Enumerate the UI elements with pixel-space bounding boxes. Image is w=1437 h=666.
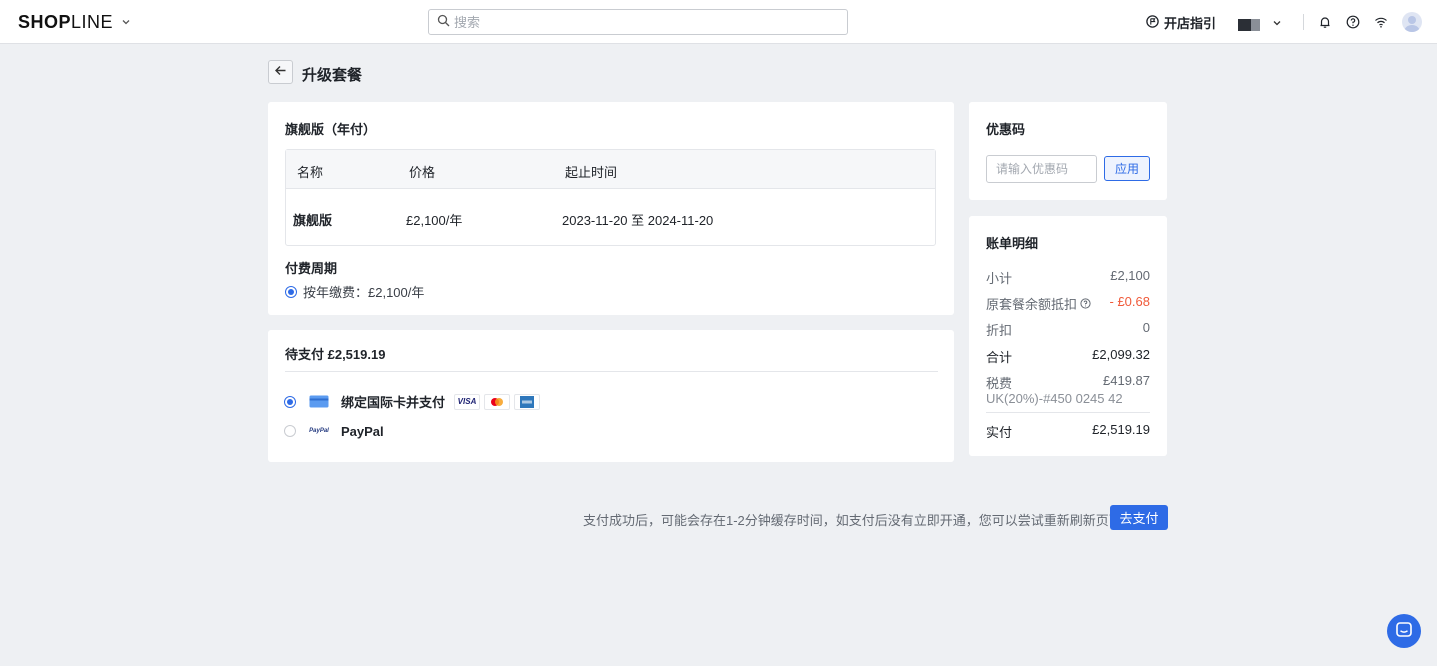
bill-label: 合计 [986, 350, 1013, 365]
page-title: 升级套餐 [302, 67, 363, 84]
chevron-down-icon [1260, 16, 1282, 31]
card-method-label: 绑定国际卡并支付 [341, 395, 446, 410]
payment-method-card[interactable]: 绑定国际卡并支付 VISA [284, 392, 544, 411]
bill-label: 小计 [986, 271, 1013, 286]
bill-row-credit: 原套餐余额抵扣 - £0.68 [986, 294, 1150, 313]
bill-label: 折扣 [986, 323, 1013, 338]
bill-row-paid: 实付 £2,519.19 [986, 422, 1150, 441]
bill-value: 0 [1142, 320, 1150, 335]
search-box[interactable] [428, 9, 848, 35]
payment-method-paypal[interactable]: PayPal PayPal [284, 423, 384, 439]
payment-card: 待支付 £2,519.19 绑定国际卡并支付 VISA PayPal PayPa… [268, 330, 954, 462]
bill-title: 账单明细 [986, 236, 1039, 251]
bill-card: 账单明细 小计 £2,100 原套餐余额抵扣 - £0.68 折扣 0 合计 £… [969, 216, 1167, 456]
plan-price: £2,100/年 [406, 213, 463, 228]
bill-row-tax: 税费 £419.87 [986, 373, 1150, 392]
visa-logo: VISA [454, 393, 481, 410]
wifi-icon[interactable] [1373, 14, 1389, 30]
bill-row-subtotal: 小计 £2,100 [986, 268, 1150, 287]
bill-label: 原套餐余额抵扣 [986, 297, 1078, 312]
paypal-logo-text: PayPal [309, 428, 329, 434]
cycle-option-label: 按年缴费：£2,100/年 [303, 285, 425, 300]
column-header-price: 价格 [409, 165, 436, 180]
back-button[interactable] [268, 60, 293, 84]
bill-value: £2,519.19 [1092, 422, 1150, 437]
store-guide-link[interactable]: 开店指引 [1146, 13, 1216, 32]
column-header-period: 起止时间 [565, 165, 618, 180]
bill-row-discount: 折扣 0 [986, 320, 1150, 339]
visa-text: VISA [457, 397, 477, 406]
top-bar: SHOPLINE 开店指引 [0, 0, 1437, 44]
paypal-radio[interactable] [284, 425, 296, 437]
billing-cycle-option[interactable]: 按年缴费：£2,100/年 [285, 282, 424, 301]
credit-card-icon [306, 394, 332, 410]
store-guide-label: 开店指引 [1164, 16, 1217, 31]
bill-label: 实付 [986, 425, 1013, 440]
flag-icon [1146, 14, 1164, 31]
payment-note: 支付成功后，可能会存在1-2分钟缓存时间，如支付后没有立即开通，您可以尝试重新刷… [583, 513, 1135, 528]
plan-name: 旗舰版 [293, 213, 333, 228]
logo-text-3: LINE [71, 11, 114, 32]
divider [1303, 14, 1304, 30]
amex-logo [514, 393, 541, 410]
shopline-logo[interactable]: SH OP LINE [18, 12, 131, 32]
bill-value: £2,099.32 [1092, 347, 1150, 362]
chevron-down-icon [121, 17, 131, 27]
table-header: 名称 价格 起止时间 [286, 150, 935, 189]
search-icon [437, 14, 450, 30]
plan-table: 名称 价格 起止时间 旗舰版 £2,100/年 2023-11-20 至 202… [285, 149, 936, 246]
search-input[interactable] [454, 14, 834, 30]
billing-cycle-title: 付费周期 [285, 261, 338, 276]
logo-text-1: SH [18, 11, 45, 32]
paypal-method-label: PayPal [341, 423, 384, 439]
plan-card: 旗舰版（年付） 名称 价格 起止时间 旗舰版 £2,100/年 2023-11-… [268, 102, 954, 315]
bill-value: £2,100 [1110, 268, 1150, 283]
bill-value: - £0.68 [1109, 294, 1150, 309]
store-logo [1238, 19, 1260, 31]
bill-row-total: 合计 £2,099.32 [986, 347, 1150, 366]
coupon-card: 优惠码 应用 [969, 102, 1167, 200]
pay-button[interactable]: 去支付 [1110, 505, 1168, 530]
divider [986, 412, 1150, 413]
plan-period: 2023-11-20 至 2024-11-20 [562, 213, 714, 228]
arrow-left-icon [274, 64, 287, 80]
mastercard-logo [484, 393, 511, 410]
bill-label-wrap: 原套餐余额抵扣 [986, 294, 1091, 313]
payment-title: 待支付 £2,519.19 [285, 347, 386, 362]
help-icon[interactable] [1080, 298, 1091, 309]
bill-label: 税费 [986, 376, 1013, 391]
apply-coupon-button[interactable]: 应用 [1104, 156, 1150, 181]
card-radio[interactable] [284, 395, 296, 408]
logo-text-2: OP [44, 11, 72, 32]
cycle-radio[interactable] [285, 285, 297, 298]
chat-button[interactable] [1387, 614, 1421, 648]
plan-title: 旗舰版（年付） [285, 122, 377, 137]
user-avatar[interactable] [1402, 12, 1422, 32]
coupon-input[interactable] [986, 155, 1097, 183]
bill-value: £419.87 [1103, 373, 1150, 388]
divider [285, 371, 938, 372]
store-switcher[interactable] [1238, 15, 1282, 31]
coupon-title: 优惠码 [986, 122, 1026, 137]
help-icon[interactable] [1345, 14, 1361, 30]
column-header-name: 名称 [297, 165, 324, 180]
bell-icon[interactable] [1317, 14, 1333, 30]
paypal-logo: PayPal [306, 423, 332, 439]
tax-note: UK(20%)-#450 0245 42 [986, 391, 1123, 406]
chat-icon [1395, 621, 1413, 642]
